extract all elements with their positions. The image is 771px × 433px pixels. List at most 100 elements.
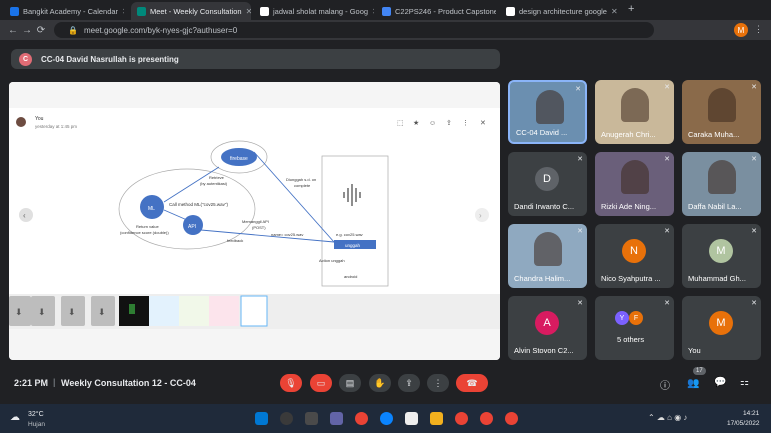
architecture-diagram: You yesterday at 1:45 pm ⬚ ★ ☺ ⇪ ⋮ ✕ ‹ ›… (9, 82, 500, 360)
participant-tile[interactable]: ✕ CC-04 David ... (508, 80, 587, 144)
reload-icon[interactable]: ⟳ (34, 25, 48, 36)
browser-tab[interactable]: Bangkit Academy - Calendar✕ (4, 2, 124, 20)
url-field[interactable]: 🔒 meet.google.com/byk-nyes-gjc?authuser=0 (54, 22, 654, 38)
participant-tile[interactable]: ✕ Chandra Halim... (508, 224, 587, 288)
participant-name: CC-04 David ... (516, 128, 568, 137)
tab-title: Meet - Weekly Consultation (150, 6, 242, 16)
hand-icon: ✋ (374, 377, 386, 388)
browser-tab[interactable]: design architecture google ✕ (500, 2, 620, 20)
slide-icon-crop[interactable]: ⬚ (397, 120, 404, 127)
taskview-icon[interactable] (305, 412, 318, 425)
explorer-icon[interactable] (430, 412, 443, 425)
tab-favicon-icon (137, 6, 146, 16)
retrieve-label: Retrieve (209, 175, 225, 180)
leave-call-button[interactable]: ☎ (456, 374, 488, 392)
lock-icon: 🔒 (68, 25, 78, 35)
store-icon[interactable] (405, 412, 418, 425)
tab-close-icon[interactable]: ✕ (372, 7, 374, 16)
participant-avatar: M (709, 239, 733, 263)
tab-favicon-icon (382, 6, 391, 16)
url-text: meet.google.com/byk-nyes-gjc?authuser=0 (83, 25, 238, 35)
participant-tile[interactable]: M ✕ Muhammad Gh... (682, 224, 761, 288)
meeting-time: 2:21 PM (14, 378, 49, 388)
mic-muted-icon: ✕ (575, 86, 581, 93)
tab-favicon-icon (10, 6, 19, 16)
svg-text:›: › (479, 211, 482, 220)
people-icon[interactable]: 👥 (687, 378, 699, 389)
new-tab-icon[interactable]: + (628, 3, 634, 15)
participant-tile[interactable]: ✕ Anugerah Chri... (595, 80, 674, 144)
chrome-profile2-icon[interactable] (480, 412, 493, 425)
ml-node: ML (148, 206, 155, 212)
chrome-profile3-icon[interactable] (505, 412, 518, 425)
edge-icon[interactable] (380, 412, 393, 425)
video-feed (534, 232, 562, 266)
clock-time: 14:21 (743, 410, 760, 417)
slide-more-icon[interactable]: ⋮ (462, 120, 469, 127)
more-options-button[interactable]: ⋮ (427, 374, 449, 392)
return-sub: (confidence score (double)) (120, 230, 169, 235)
slide-star-icon[interactable]: ★ (413, 119, 419, 127)
tab-close-icon[interactable]: ✕ (611, 7, 618, 16)
browser-tab[interactable]: C22PS246 - Product Capstone✕ (376, 2, 496, 20)
action-label: Action unggah (319, 258, 345, 263)
participant-tile[interactable]: ✕ Daffa Nabil La... (682, 152, 761, 216)
participant-tile[interactable]: N ✕ Nico Syahputra ... (595, 224, 674, 288)
mic-muted-icon: ✕ (751, 300, 757, 307)
browser-tab[interactable]: jadwal sholat malang - Goog✕ (254, 2, 374, 20)
search-icon[interactable] (280, 412, 293, 425)
slide-share-icon[interactable]: ⇪ (446, 119, 452, 127)
chrome-icon[interactable] (355, 412, 368, 425)
clock-date: 17/05/2022 (727, 420, 760, 427)
shared-screen: You yesterday at 1:45 pm ⬚ ★ ☺ ⇪ ⋮ ✕ ‹ ›… (9, 82, 500, 360)
captions-icon: ▤ (345, 377, 355, 388)
participant-tile[interactable]: ✕ Caraka Muha... (682, 80, 761, 144)
mic-off-button[interactable]: 🎙 (280, 374, 302, 392)
tray-icons[interactable]: ⌃ ☁ ⌂ ◉ ♪ (648, 413, 687, 422)
tab-close-icon[interactable]: ✕ (246, 7, 251, 16)
name-label: name= cov25.wav (271, 232, 303, 237)
participant-name: Nico Syahputra ... (601, 274, 661, 283)
participant-name: Muhammad Gh... (688, 274, 746, 283)
profile-avatar[interactable]: M (734, 23, 748, 37)
captions-button[interactable]: ▤ (339, 374, 361, 392)
chrome-profile-icon[interactable] (455, 412, 468, 425)
info-icon[interactable]: ⓘ (660, 377, 670, 392)
slide-emoji-icon[interactable]: ☺ (429, 120, 436, 127)
camera-off-button[interactable]: ▭ (310, 374, 332, 392)
retrieve-sub: (by autentikasi) (200, 181, 228, 186)
present-button[interactable]: ⇪ (398, 374, 420, 392)
participant-tile[interactable]: D ✕ Dandi Irwanto C... (508, 152, 587, 216)
raise-hand-button[interactable]: ✋ (369, 374, 391, 392)
mic-muted-icon: ✕ (751, 156, 757, 163)
tab-title: jadwal sholat malang - Goog (273, 6, 369, 16)
start-icon[interactable] (255, 412, 268, 425)
participant-tile[interactable]: ✕ Rizki Ade Ning... (595, 152, 674, 216)
tab-close-icon[interactable]: ✕ (122, 7, 124, 16)
participant-name: Rizki Ade Ning... (601, 202, 657, 211)
svg-text:⬇: ⬇ (68, 307, 76, 317)
slide-close-icon[interactable]: ✕ (480, 120, 486, 127)
mic-muted-icon: ✕ (751, 228, 757, 235)
chat-icon[interactable]: 💬 (714, 377, 726, 388)
video-feed (536, 90, 564, 124)
browser-tab[interactable]: Meet - Weekly Consultation ✕ (131, 2, 251, 20)
teams-icon[interactable] (330, 412, 343, 425)
upload-label: Diunggah s.d. on (286, 177, 316, 182)
video-feed (708, 160, 736, 194)
forward-icon[interactable]: → (20, 25, 34, 36)
participant-tile[interactable]: Y F ✕ 5 others (595, 296, 674, 360)
participant-tile[interactable]: M ✕ You (682, 296, 761, 360)
activities-icon[interactable]: ⚏ (740, 377, 749, 388)
back-icon[interactable]: ← (6, 25, 20, 36)
others-avatar-2: F (629, 311, 643, 325)
participant-name: Alvin Stovon C2... (514, 346, 574, 355)
slide-time: yesterday at 1:45 pm (35, 124, 77, 129)
tab-title: C22PS246 - Product Capstone (395, 6, 496, 16)
menu-icon[interactable]: ⋮ (754, 24, 763, 35)
address-bar-row: ← → ⟳ 🔒 meet.google.com/byk-nyes-gjc?auth… (0, 20, 771, 40)
participant-tile[interactable]: A ✕ Alvin Stovon C2... (508, 296, 587, 360)
participant-avatar: N (622, 239, 646, 263)
mic-muted-icon: ✕ (577, 156, 583, 163)
weather-icon: ☁ (10, 412, 20, 423)
